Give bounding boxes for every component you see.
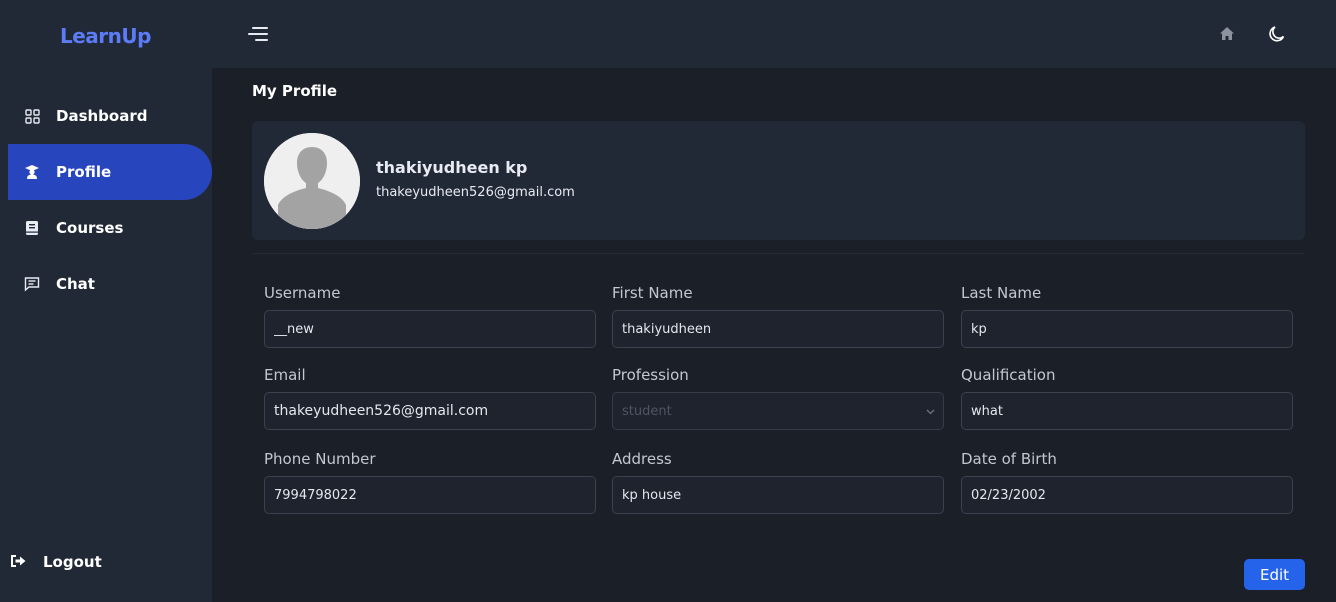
qualification-field: Qualification	[961, 366, 1293, 430]
sidebar-item-label: Profile	[56, 163, 112, 181]
sidebar-item-label: Dashboard	[56, 107, 148, 125]
app-root: LearnUp Dashboard Profile Courses Chat L…	[0, 0, 1336, 602]
topbar	[212, 0, 1336, 68]
field-label: Profession	[612, 366, 689, 384]
chevron-down-icon	[926, 409, 935, 415]
field-label: Email	[264, 366, 306, 384]
sidebar-item-profile[interactable]: Profile	[8, 144, 212, 200]
logout-icon	[10, 553, 27, 572]
email-input[interactable]	[264, 392, 596, 430]
hamburger-icon[interactable]	[246, 25, 268, 43]
grid-icon	[24, 108, 40, 124]
field-label: Address	[612, 450, 672, 468]
default-avatar-icon	[264, 133, 360, 229]
field-label: Date of Birth	[961, 450, 1057, 468]
moon-icon[interactable]	[1267, 24, 1287, 44]
sidebar-item-label: Courses	[56, 219, 124, 237]
username-input[interactable]	[264, 310, 596, 348]
logout-label: Logout	[43, 553, 102, 571]
sidebar-item-chat[interactable]: Chat	[8, 256, 212, 312]
edit-button[interactable]: Edit	[1244, 559, 1305, 590]
dob-input[interactable]	[961, 476, 1293, 514]
phone-field: Phone Number	[264, 450, 596, 514]
page-title: My Profile	[252, 82, 338, 100]
brand-logo[interactable]: LearnUp	[60, 24, 151, 48]
phone-input[interactable]	[264, 476, 596, 514]
sidebar-item-courses[interactable]: Courses	[8, 200, 212, 256]
profession-value: student	[622, 403, 672, 419]
address-input[interactable]	[612, 476, 944, 514]
profile-email: thakeyudheen526@gmail.com	[376, 185, 575, 200]
address-field: Address	[612, 450, 944, 514]
field-label: Username	[264, 284, 341, 302]
qualification-input[interactable]	[961, 392, 1293, 430]
divider	[252, 253, 1305, 254]
last-name-input[interactable]	[961, 310, 1293, 348]
field-label: Last Name	[961, 284, 1042, 302]
chat-icon	[24, 276, 40, 292]
profile-card: thakiyudheen kp thakeyudheen526@gmail.co…	[252, 121, 1305, 240]
first-name-field: First Name	[612, 284, 944, 348]
profile-name: thakiyudheen kp	[376, 158, 528, 177]
sidebar: LearnUp Dashboard Profile Courses Chat L…	[0, 0, 212, 602]
username-field: Username	[264, 284, 596, 348]
field-label: First Name	[612, 284, 693, 302]
profession-select[interactable]: student	[612, 392, 944, 430]
sidebar-item-dashboard[interactable]: Dashboard	[8, 88, 212, 144]
home-icon[interactable]	[1218, 25, 1236, 43]
dob-field: Date of Birth	[961, 450, 1293, 514]
email-field: Email	[264, 366, 596, 430]
last-name-field: Last Name	[961, 284, 1293, 348]
first-name-input[interactable]	[612, 310, 944, 348]
book-icon	[24, 220, 40, 236]
graduate-icon	[24, 164, 40, 180]
profession-field: Profession student	[612, 366, 944, 430]
logout-button[interactable]: Logout	[10, 548, 160, 576]
field-label: Qualification	[961, 366, 1056, 384]
field-label: Phone Number	[264, 450, 376, 468]
sidebar-item-label: Chat	[56, 275, 95, 293]
